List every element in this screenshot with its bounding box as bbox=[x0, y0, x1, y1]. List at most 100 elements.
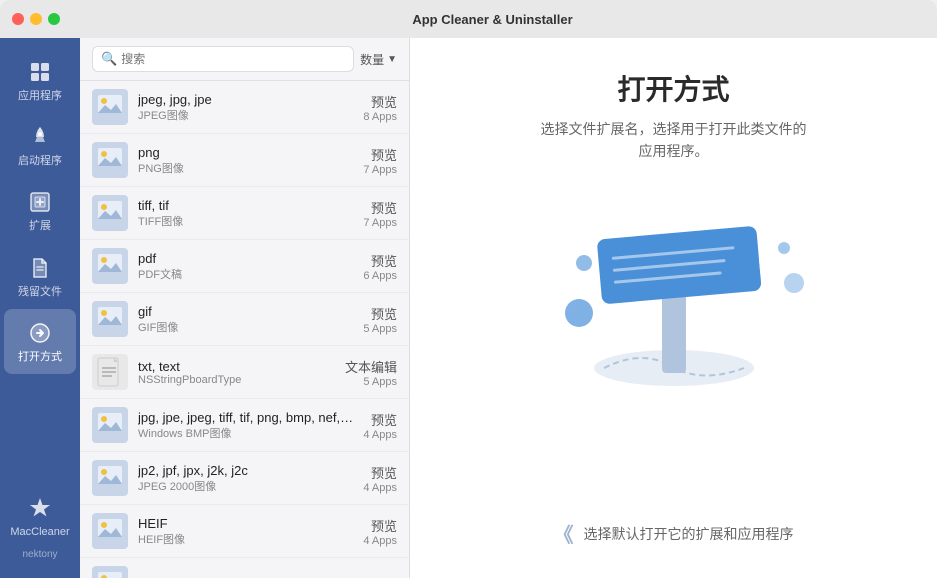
list-item[interactable]: jp2, jpf, jpx, j2k, j2c JPEG 2000图像 预览 4… bbox=[80, 452, 409, 505]
file-type-icon bbox=[92, 460, 128, 496]
nektony-brand: nektony bbox=[22, 549, 57, 560]
sidebar-item-open-with[interactable]: 打开方式 bbox=[4, 309, 76, 374]
sidebar-bottom: MacCleaner nektony bbox=[0, 484, 80, 568]
grid-icon bbox=[26, 58, 54, 86]
file-right: 预览 8 Apps bbox=[363, 92, 397, 123]
file-name: HEIF bbox=[138, 516, 353, 531]
file-subname: HEIF图像 bbox=[138, 531, 353, 547]
file-name: png bbox=[138, 145, 353, 160]
traffic-lights bbox=[12, 13, 60, 25]
file-type-icon bbox=[92, 354, 128, 390]
file-name: jpg, jpe, jpeg, tiff, tif, png, bmp, nef… bbox=[138, 410, 353, 425]
list-item[interactable]: gif GIF图像 预览 5 Apps bbox=[80, 293, 409, 346]
file-info: pdf PDF文稿 bbox=[138, 251, 353, 282]
file-type-icon bbox=[92, 248, 128, 284]
file-type-icon bbox=[92, 407, 128, 443]
file-right: 预览 4 Apps bbox=[363, 410, 397, 441]
file-right: 文本编辑 5 Apps bbox=[345, 357, 397, 388]
file-app-label: 预览 bbox=[363, 251, 397, 270]
sidebar-item-extensions[interactable]: 扩展 bbox=[4, 178, 76, 243]
list-item[interactable]: jpg, jpe, jpeg, tiff, tif, png, bmp, nef… bbox=[80, 399, 409, 452]
page-subtitle: 选择文件扩展名，选择用于打开此类文件的应用程序。 bbox=[541, 118, 807, 163]
bottom-hint: 《 选择默认打开它的扩展和应用程序 bbox=[554, 519, 794, 548]
file-type-icon bbox=[92, 142, 128, 178]
file-count: 4 Apps bbox=[363, 535, 397, 547]
main-content: 打开方式 选择文件扩展名，选择用于打开此类文件的应用程序。 bbox=[410, 38, 937, 578]
list-item[interactable]: pdf PDF文稿 预览 6 Apps bbox=[80, 240, 409, 293]
file-count: 6 Apps bbox=[363, 270, 397, 282]
chevron-down-icon: ▼ bbox=[387, 54, 397, 65]
star-icon bbox=[26, 494, 54, 522]
file-info: jpeg, jpg, jpe JPEG图像 bbox=[138, 92, 353, 123]
sidebar-item-apps[interactable]: 应用程序 bbox=[4, 48, 76, 113]
file-subname: TIFF图像 bbox=[138, 213, 353, 229]
file-subname: GIF图像 bbox=[138, 319, 353, 335]
minimize-button[interactable] bbox=[30, 13, 42, 25]
file-count: 8 Apps bbox=[363, 111, 397, 123]
file-count: 4 Apps bbox=[363, 482, 397, 494]
file-name: jpeg, jpg, jpe bbox=[138, 92, 353, 107]
file-type-icon bbox=[92, 195, 128, 231]
file-info: gif GIF图像 bbox=[138, 304, 353, 335]
sort-button[interactable]: 数量 ▼ bbox=[360, 51, 397, 68]
file-app-label: Safari浏览器 bbox=[324, 575, 397, 578]
file-count: 7 Apps bbox=[363, 217, 397, 229]
file-right: 预览 6 Apps bbox=[363, 251, 397, 282]
file-subname: Windows BMP图像 bbox=[138, 425, 353, 441]
file-count: 4 Apps bbox=[363, 429, 397, 441]
list-item[interactable]: jpeg, jpg, jpe JPEG图像 预览 8 Apps bbox=[80, 81, 409, 134]
app-body: 应用程序 启动程序 扩展 bbox=[0, 38, 937, 578]
search-input[interactable] bbox=[121, 52, 345, 66]
hint-text: 选择默认打开它的扩展和应用程序 bbox=[584, 524, 794, 544]
sidebar-item-startup[interactable]: 启动程序 bbox=[4, 113, 76, 178]
title-bar: App Cleaner & Uninstaller bbox=[0, 0, 937, 38]
list-item[interactable]: txt, text NSStringPboardType 文本编辑 5 Apps bbox=[80, 346, 409, 399]
illustration bbox=[524, 183, 824, 403]
file-right: 预览 7 Apps bbox=[363, 198, 397, 229]
file-app-label: 预览 bbox=[363, 304, 397, 323]
close-button[interactable] bbox=[12, 13, 24, 25]
sidebar-item-leftovers[interactable]: 残留文件 bbox=[4, 244, 76, 309]
file-right: Safari浏览器 bbox=[324, 575, 397, 578]
file-subname: JPEG图像 bbox=[138, 107, 353, 123]
file-list: jpeg, jpg, jpe JPEG图像 预览 8 Apps png PNG图… bbox=[80, 81, 409, 578]
file-app-label: 预览 bbox=[363, 516, 397, 535]
sidebar-startup-label: 启动程序 bbox=[18, 155, 62, 168]
list-item[interactable]: HEIF HEIF图像 预览 4 Apps bbox=[80, 505, 409, 558]
file-info: HEIF HEIF图像 bbox=[138, 516, 353, 547]
file-name: txt, text bbox=[138, 359, 335, 374]
search-input-wrap[interactable]: 🔍 bbox=[92, 46, 354, 72]
search-bar: 🔍 数量 ▼ bbox=[80, 38, 409, 81]
sidebar-item-maccleaner[interactable]: MacCleaner bbox=[4, 484, 76, 549]
sidebar: 应用程序 启动程序 扩展 bbox=[0, 38, 80, 578]
file-type-icon bbox=[92, 89, 128, 125]
maximize-button[interactable] bbox=[48, 13, 60, 25]
sidebar-extensions-label: 扩展 bbox=[29, 220, 51, 233]
sidebar-maccleaner-label: MacCleaner bbox=[10, 526, 69, 539]
file-app-label: 预览 bbox=[363, 145, 397, 164]
file-name: gif bbox=[138, 304, 353, 319]
chevron-left-icon: 《 bbox=[554, 519, 574, 548]
search-icon: 🔍 bbox=[101, 51, 117, 67]
puzzle-icon bbox=[26, 188, 54, 216]
file-right: 预览 4 Apps bbox=[363, 516, 397, 547]
file-info: tiff, tif TIFF图像 bbox=[138, 198, 353, 229]
file-subname: PDF文稿 bbox=[138, 266, 353, 282]
file-right: 预览 4 Apps bbox=[363, 463, 397, 494]
sort-label: 数量 bbox=[360, 51, 384, 68]
file-subname: PNG图像 bbox=[138, 160, 353, 176]
file-list-panel: 🔍 数量 ▼ jpeg, jpg, jpe JPEG图像 预览 8 Apps bbox=[80, 38, 410, 578]
file-type-icon bbox=[92, 301, 128, 337]
file-right: 预览 5 Apps bbox=[363, 304, 397, 335]
list-item[interactable]: png PNG图像 预览 7 Apps bbox=[80, 134, 409, 187]
sidebar-apps-label: 应用程序 bbox=[18, 90, 62, 103]
file-subname: NSStringPboardType bbox=[138, 374, 335, 386]
arrow-icon bbox=[26, 319, 54, 347]
list-item[interactable]: html, htm Safari浏览器 bbox=[80, 558, 409, 578]
file-app-label: 预览 bbox=[363, 410, 397, 429]
file-right: 预览 7 Apps bbox=[363, 145, 397, 176]
file-app-label: 预览 bbox=[363, 463, 397, 482]
file-count: 7 Apps bbox=[363, 164, 397, 176]
list-item[interactable]: tiff, tif TIFF图像 预览 7 Apps bbox=[80, 187, 409, 240]
file-name: tiff, tif bbox=[138, 198, 353, 213]
